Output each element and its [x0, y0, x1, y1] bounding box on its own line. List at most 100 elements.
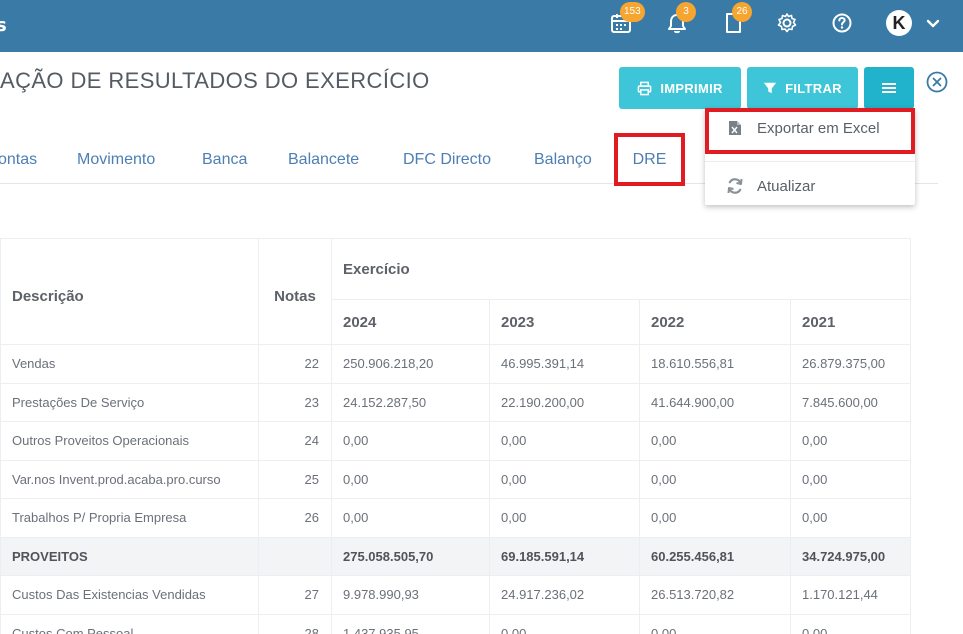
column-header-year: 2021: [789, 299, 912, 345]
row-description: Trabalhos P/ Propria Empresa: [0, 498, 259, 538]
row-note: 27: [258, 575, 332, 615]
menu-button[interactable]: [864, 67, 914, 109]
print-button[interactable]: IMPRIMIR: [619, 67, 741, 109]
filter-button-label: FILTRAR: [785, 80, 842, 96]
row-note: 23: [258, 382, 332, 422]
row-value: 0,00: [639, 498, 791, 538]
row-description: Custos Das Existencias Vendidas: [0, 575, 259, 615]
row-value: 69.185.591,14: [489, 536, 640, 576]
row-value: 0,00: [489, 613, 640, 634]
row-note: 26: [258, 498, 332, 538]
table-row: Custos Com Pessoal 28 1.437.935,95 0,00 0,00…: [0, 613, 912, 634]
row-value: 41.644.900,00: [639, 382, 791, 422]
row-note: 22: [258, 344, 332, 384]
avatar-letter: K: [892, 12, 910, 33]
tab-dfc-directo[interactable]: DFC Directo: [403, 151, 491, 169]
row-value: 24.917.236,02: [489, 575, 640, 615]
column-header-year: 2024: [331, 299, 490, 345]
documents-badge: 26: [732, 2, 752, 22]
row-value: 0,00: [639, 613, 791, 634]
print-button-label: IMPRIMIR: [660, 80, 723, 96]
row-value: 9.978.990,93: [331, 575, 490, 615]
row-value: 0,00: [639, 421, 791, 461]
gear-icon: [777, 13, 797, 33]
row-description: Prestações De Serviço: [0, 382, 259, 422]
notifications-badge: 3: [676, 2, 696, 22]
row-value: 0,00: [489, 498, 640, 538]
help-icon: [832, 13, 852, 33]
row-note: 25: [258, 459, 332, 499]
column-group-header: Exercício: [330, 238, 912, 300]
calendar-button[interactable]: 153: [608, 2, 645, 36]
row-value: 0,00: [789, 459, 912, 499]
row-value: 24.152.287,50: [331, 382, 490, 422]
filter-icon: [764, 82, 777, 94]
row-value: 7.845.600,00: [789, 382, 912, 422]
refresh-label: Atualizar: [757, 177, 816, 195]
user-avatar[interactable]: K: [886, 10, 912, 36]
tab-balancete[interactable]: Balancete: [288, 151, 359, 169]
column-header-year: 2023: [489, 299, 640, 345]
row-value: 250.906.218,20: [331, 344, 490, 384]
dropdown-divider: [705, 161, 915, 162]
row-value: 0,00: [489, 421, 640, 461]
row-description: PROVEITOS: [0, 536, 259, 576]
top-navigation-bar: s 153 3 26 K: [0, 0, 963, 52]
row-description: Vendas: [0, 344, 259, 384]
row-value: 60.255.456,81: [639, 536, 791, 576]
tab-balanco[interactable]: Balanço: [534, 151, 592, 169]
row-value: 0,00: [789, 498, 912, 538]
column-header-description: Descrição: [0, 238, 259, 345]
filter-button[interactable]: FILTRAR: [747, 67, 858, 109]
column-header-year: 2022: [639, 299, 791, 345]
page-title: AÇÃO DE RESULTADOS DO EXERCÍCIO: [0, 68, 430, 93]
row-value: 18.610.556,81: [639, 344, 791, 384]
table-row: Outros Proveitos Operacionais 24 0,00 0,00 0…: [0, 421, 912, 461]
row-note: [258, 536, 332, 576]
row-value: 26.879.375,00: [789, 344, 912, 384]
table-row: Var.nos Invent.prod.acaba.pro.curso 25 0,0…: [0, 459, 912, 499]
row-value: 0,00: [789, 421, 912, 461]
table-row: PROVEITOS 275.058.505,70 69.185.591,14 60.2…: [0, 536, 912, 576]
table-row: Vendas 22 250.906.218,20 46.995.391,14 18.61…: [0, 344, 912, 384]
documents-button[interactable]: 26: [720, 2, 752, 36]
help-button[interactable]: [829, 10, 855, 36]
close-icon[interactable]: [926, 71, 948, 93]
dre-table-container: Descrição Notas Exercício 2024 2023 2022…: [0, 238, 912, 634]
row-value: 46.995.391,14: [489, 344, 640, 384]
row-value: 26.513.720,82: [639, 575, 791, 615]
row-value: 0,00: [331, 459, 490, 499]
tab-dre-highlight[interactable]: DRE: [614, 133, 685, 186]
refresh-item[interactable]: Atualizar: [705, 166, 915, 206]
row-description: Outros Proveitos Operacionais: [0, 421, 259, 461]
tab-banca[interactable]: Banca: [202, 151, 247, 169]
refresh-icon: [727, 178, 743, 194]
row-value: 1.437.935,95: [331, 613, 490, 634]
row-description: Var.nos Invent.prod.acaba.pro.curso: [0, 459, 259, 499]
row-value: 0,00: [331, 421, 490, 461]
row-value: 0,00: [331, 498, 490, 538]
hamburger-icon: [882, 83, 896, 93]
notifications-button[interactable]: 3: [664, 2, 696, 36]
app-logo-fragment[interactable]: s: [0, 16, 7, 36]
calendar-badge: 153: [620, 2, 645, 22]
tab-contas[interactable]: ontas: [0, 151, 37, 169]
column-header-notes: Notas: [258, 238, 332, 345]
row-note: 28: [258, 613, 332, 634]
row-value: 0,00: [489, 459, 640, 499]
row-value: 22.190.200,00: [489, 382, 640, 422]
chevron-down-icon[interactable]: [924, 14, 942, 32]
dre-table: Descrição Notas Exercício 2024 2023 2022…: [0, 238, 912, 634]
row-description: Custos Com Pessoal: [0, 613, 259, 634]
tab-movimento[interactable]: Movimento: [77, 151, 155, 169]
settings-button[interactable]: [774, 10, 800, 36]
row-note: 24: [258, 421, 332, 461]
printer-icon: [637, 81, 652, 95]
tab-dre[interactable]: DRE: [618, 151, 681, 169]
row-value: 34.724.975,00: [789, 536, 912, 576]
table-row: Prestações De Serviço 23 24.152.287,50 22.1…: [0, 382, 912, 422]
row-value: 0,00: [639, 459, 791, 499]
table-row: Trabalhos P/ Propria Empresa 26 0,00 0,00 0,…: [0, 498, 912, 538]
row-value: 1.170.121,44: [789, 575, 912, 615]
row-value: 275.058.505,70: [331, 536, 490, 576]
